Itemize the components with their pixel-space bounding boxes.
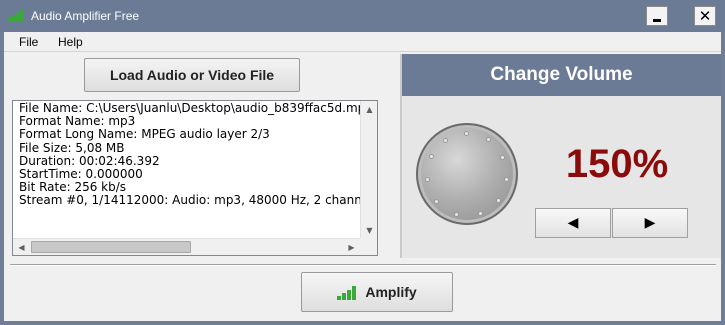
increase-volume-button[interactable]: ▶ xyxy=(612,208,688,238)
file-info-box[interactable]: File Name: C:\Users\Juanlu\Desktop\audio… xyxy=(12,100,378,256)
scroll-corner xyxy=(360,238,377,255)
horizontal-scrollbar[interactable]: ◀ ▶ xyxy=(13,238,360,255)
knob-tick xyxy=(434,199,439,204)
equalizer-bars-icon xyxy=(337,286,357,300)
scroll-up-icon[interactable]: ▲ xyxy=(361,101,378,118)
menu-help[interactable]: Help xyxy=(58,35,83,49)
minimize-button[interactable] xyxy=(646,6,668,26)
knob-tick xyxy=(496,198,501,203)
arrow-left-icon: ◀ xyxy=(567,215,579,231)
amplify-label: Amplify xyxy=(365,284,417,300)
volume-value: 150% xyxy=(565,142,669,186)
scroll-down-icon[interactable]: ▼ xyxy=(361,222,378,239)
amplify-button[interactable]: Amplify xyxy=(301,272,453,312)
minimize-icon xyxy=(653,19,661,22)
knob-tick xyxy=(478,211,483,216)
info-line-file-size: File Size: 5,08 MB xyxy=(19,140,125,155)
title-bar[interactable]: Audio Amplifier Free ✕ xyxy=(0,0,725,32)
knob-tick xyxy=(500,155,505,160)
volume-knob[interactable] xyxy=(416,123,518,225)
volume-panel: Change Volume 150% ◀ ▶ xyxy=(400,54,721,258)
app-logo-icon xyxy=(8,10,23,22)
divider xyxy=(10,264,716,266)
info-line-format-long-name: Format Long Name: MPEG audio layer 2/3 xyxy=(19,127,270,142)
close-icon: ✕ xyxy=(698,7,712,25)
volume-header: Change Volume xyxy=(402,54,721,96)
knob-tick xyxy=(464,131,469,136)
knob-tick xyxy=(429,154,434,159)
app-window: Audio Amplifier Free ✕ File Help Load Au… xyxy=(0,0,725,325)
main-panel: Load Audio or Video File File Name: C:\U… xyxy=(4,52,721,321)
knob-tick xyxy=(425,177,430,182)
knob-tick xyxy=(504,177,509,182)
decrease-volume-button[interactable]: ◀ xyxy=(535,208,611,238)
arrow-right-icon: ▶ xyxy=(644,215,656,231)
knob-tick xyxy=(486,137,491,142)
file-info-text: File Name: C:\Users\Juanlu\Desktop\audio… xyxy=(19,102,374,237)
vertical-scrollbar[interactable]: ▲ ▼ xyxy=(360,101,377,239)
horizontal-scroll-thumb[interactable] xyxy=(31,241,191,253)
close-button[interactable]: ✕ xyxy=(694,6,716,26)
menu-bar: File Help xyxy=(4,32,721,52)
scroll-right-icon[interactable]: ▶ xyxy=(343,239,360,256)
knob-tick xyxy=(454,212,459,217)
info-line-stream: Stream #0, 1/14112000: Audio: mp3, 48000… xyxy=(19,193,374,208)
window-title: Audio Amplifier Free xyxy=(31,9,140,23)
load-file-button[interactable]: Load Audio or Video File xyxy=(84,58,300,92)
scroll-left-icon[interactable]: ◀ xyxy=(13,239,30,256)
menu-file[interactable]: File xyxy=(19,35,38,49)
knob-tick xyxy=(443,138,448,143)
